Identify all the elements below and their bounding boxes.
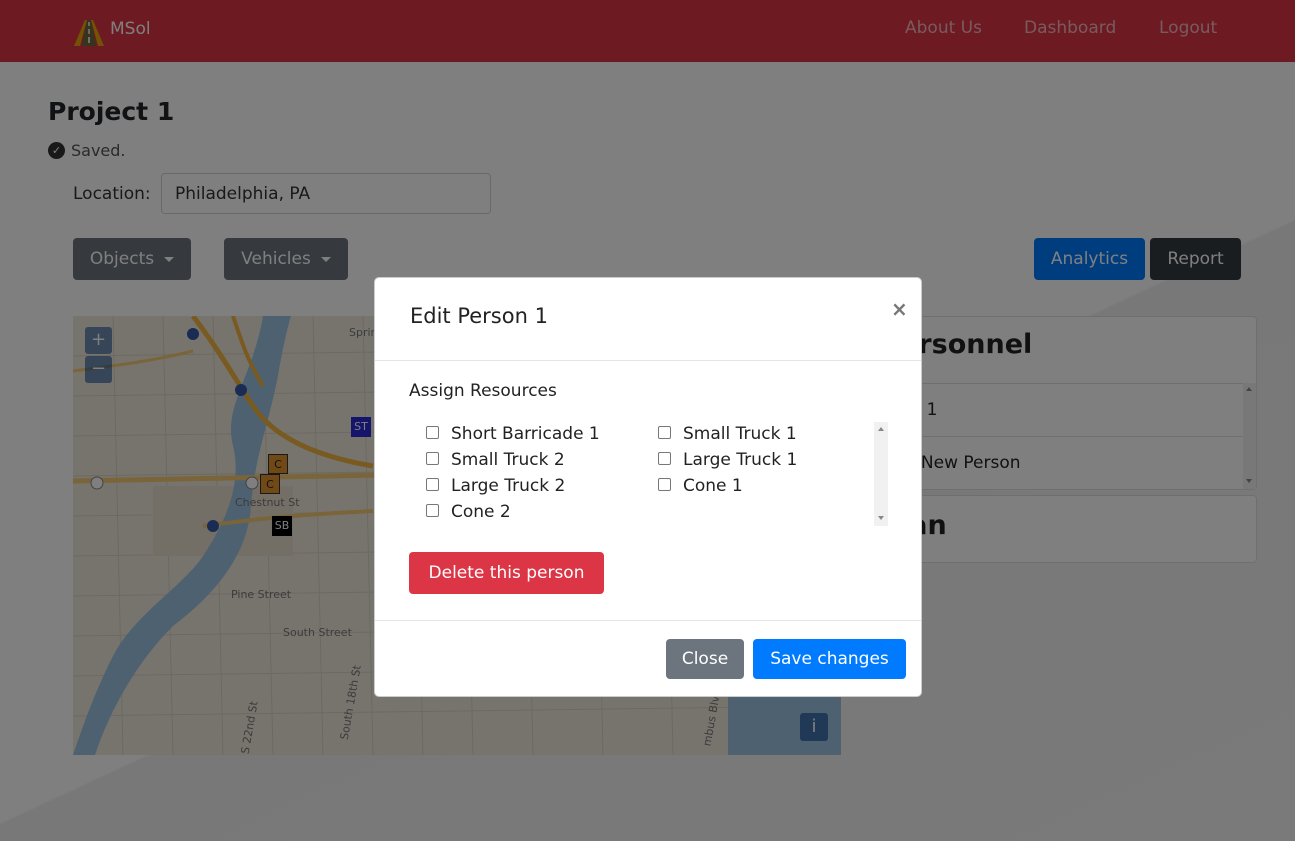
resource-label: Large Truck 1: [683, 450, 798, 470]
resource-label: Cone 2: [451, 502, 511, 522]
resource-label: Small Truck 1: [683, 424, 797, 444]
checkbox[interactable]: [426, 451, 439, 465]
resource-option[interactable]: Large Truck 2: [426, 476, 565, 496]
resource-label: Large Truck 2: [451, 476, 566, 496]
checkbox[interactable]: [426, 503, 439, 517]
resource-list: Short Barricade 1 Small Truck 1 Small Tr…: [409, 422, 889, 526]
checkbox[interactable]: [426, 477, 439, 491]
close-button[interactable]: Close: [666, 639, 744, 679]
assign-resources-label: Assign Resources: [409, 381, 557, 401]
checkbox[interactable]: [658, 425, 671, 439]
modal-footer-divider: [375, 620, 921, 621]
scroll-down-icon: [878, 516, 884, 520]
resource-label: Short Barricade 1: [451, 424, 600, 444]
save-changes-button[interactable]: Save changes: [753, 639, 906, 679]
close-icon[interactable]: ×: [891, 297, 908, 321]
resource-option[interactable]: Short Barricade 1: [426, 424, 600, 444]
resource-label: Small Truck 2: [451, 450, 565, 470]
checkbox[interactable]: [426, 425, 439, 439]
checkbox[interactable]: [658, 451, 671, 465]
resource-label: Cone 1: [683, 476, 743, 496]
edit-person-modal: Edit Person 1 × Assign Resources Short B…: [374, 277, 922, 697]
delete-person-button[interactable]: Delete this person: [409, 552, 604, 594]
scroll-up-icon: [878, 427, 884, 431]
resource-option[interactable]: Cone 1: [658, 476, 743, 496]
modal-header-divider: [375, 360, 921, 361]
resource-option[interactable]: Large Truck 1: [658, 450, 797, 470]
resource-scrollbar[interactable]: [874, 422, 888, 526]
resource-option[interactable]: Cone 2: [426, 502, 511, 522]
checkbox[interactable]: [658, 477, 671, 491]
modal-title: Edit Person 1: [410, 304, 548, 328]
resource-option[interactable]: Small Truck 1: [658, 424, 797, 444]
resource-option[interactable]: Small Truck 2: [426, 450, 565, 470]
